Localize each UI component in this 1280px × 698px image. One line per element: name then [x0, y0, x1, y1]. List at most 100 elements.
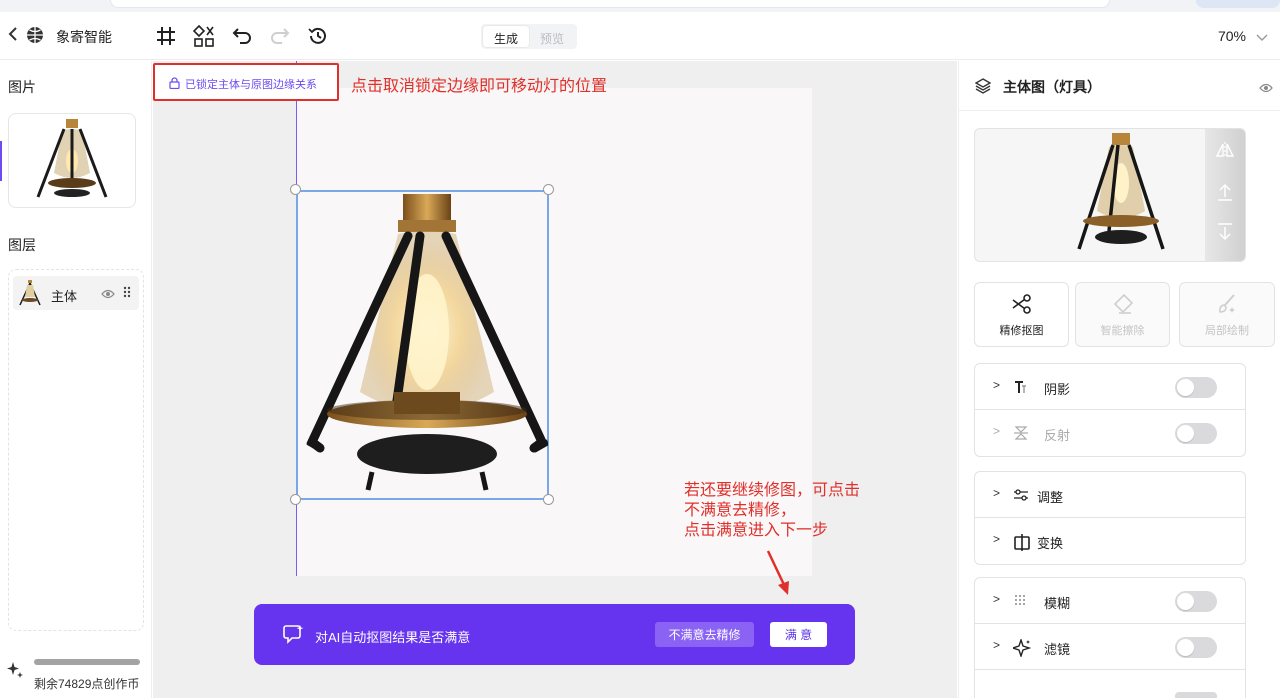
feedback-bar: 对AI自动抠图结果是否满意 不满意去精修 满 意 — [254, 604, 855, 665]
smart-erase-button[interactable]: 智能擦除 — [1075, 282, 1170, 347]
canvas-area[interactable]: 已锁定主体与原图边缘关系 点击取消锁定边缘即可移动灯的位置 若还要继续修图，可点… — [153, 61, 957, 698]
adjust-group: > 调整 > 变换 — [974, 471, 1246, 565]
active-indicator — [0, 141, 2, 181]
transform-icon — [1013, 533, 1031, 554]
left-sidebar: 图片 图层 主体 剩余74829点创作币 — [0, 61, 152, 698]
shadow-row[interactable]: > 阴影 — [975, 364, 1245, 410]
annotation-arrow-icon — [764, 549, 794, 602]
unsatisfied-refine-button[interactable]: 不满意去精修 — [655, 622, 754, 647]
reflection-toggle[interactable] — [1175, 423, 1217, 444]
layer-name: 主体 — [51, 289, 78, 304]
chevron-right-icon[interactable]: > — [993, 638, 1000, 652]
chevron-down-icon[interactable] — [1256, 30, 1268, 45]
preview-actions — [1205, 129, 1245, 261]
credits-progress — [34, 659, 140, 665]
layer-item[interactable]: 主体 — [13, 276, 139, 310]
chevron-right-icon[interactable]: > — [993, 378, 1000, 392]
undo-icon[interactable] — [230, 24, 254, 48]
right-panel: 主体图（灯具） 精修抠图 智能擦除 局部绘制 > 阴影 > 反射 > 调整 > … — [958, 61, 1280, 698]
zoom-level[interactable]: 70% — [1218, 28, 1246, 44]
panel-header: 主体图（灯具） — [959, 61, 1280, 111]
address-bar[interactable] — [110, 0, 1110, 8]
sparkle-icon — [6, 661, 26, 684]
shadow-label: 阴影 — [1044, 382, 1071, 397]
chevron-right-icon[interactable]: > — [993, 424, 1000, 438]
blur-label: 模糊 — [1044, 596, 1071, 611]
back-icon[interactable] — [8, 26, 18, 47]
flip-icon[interactable] — [1215, 141, 1235, 162]
redo-icon[interactable] — [268, 24, 292, 48]
satisfied-button[interactable]: 满 意 — [770, 622, 827, 647]
annotation-bottom: 若还要继续修图，可点击 不满意去精修， 点击满意进入下一步 — [684, 482, 861, 539]
top-toolbar: 象寄智能 生成 预览 70% — [0, 12, 1280, 60]
blur-icon — [1013, 593, 1027, 610]
reflect-icon — [1013, 425, 1029, 444]
image-thumbnail[interactable] — [8, 113, 136, 208]
adjust-row[interactable]: > 调整 — [975, 472, 1245, 518]
scissors-icon — [1011, 293, 1033, 318]
images-title: 图片 — [8, 79, 36, 95]
shadow-icon — [1013, 379, 1029, 398]
transform-icon[interactable] — [192, 24, 216, 48]
filter-toggle[interactable] — [1175, 637, 1217, 658]
eraser-icon — [1112, 293, 1134, 318]
browser-strip — [0, 0, 1280, 12]
layer-list: 主体 — [8, 269, 144, 631]
credits-remaining: 剩余74829点创作币 — [34, 677, 140, 691]
logo-icon — [26, 26, 44, 44]
resize-handle-tr[interactable] — [543, 184, 554, 195]
subject-preview — [974, 128, 1246, 262]
blur-toggle[interactable] — [1175, 591, 1217, 612]
blur-row[interactable]: > 模糊 — [975, 578, 1245, 624]
filter-group: > 模糊 > 滤镜 — [974, 577, 1246, 698]
reflection-label: 反射 — [1044, 428, 1071, 443]
chevron-right-icon[interactable]: > — [993, 592, 1000, 606]
refine-cutout-label: 精修抠图 — [999, 325, 1044, 337]
shadow-toggle[interactable] — [1175, 377, 1217, 398]
transform-row[interactable]: > 变换 — [975, 518, 1245, 564]
effects-group: > 阴影 > 反射 — [974, 363, 1246, 457]
eye-icon[interactable] — [1259, 81, 1273, 96]
lock-label: 已锁定主体与原图边缘关系 — [185, 79, 317, 91]
app-name: 象寄智能 — [56, 29, 112, 45]
history-icon[interactable] — [306, 24, 330, 48]
resize-handle-tl[interactable] — [290, 184, 301, 195]
brush-icon — [1216, 293, 1238, 318]
local-draw-button[interactable]: 局部绘制 — [1179, 282, 1275, 347]
crop-icon[interactable] — [154, 24, 178, 48]
local-draw-label: 局部绘制 — [1205, 325, 1249, 337]
filter-row[interactable]: > 滤镜 — [975, 624, 1245, 670]
filter-icon — [1010, 637, 1032, 660]
lamp-image[interactable] — [298, 192, 550, 502]
adjust-icon — [1013, 487, 1029, 506]
mode-switch: 生成 预览 — [481, 24, 578, 49]
annotation-top: 点击取消锁定边缘即可移动灯的位置 — [351, 78, 608, 95]
browser-button[interactable] — [1196, 0, 1280, 8]
resize-handle-br[interactable] — [543, 494, 554, 505]
move-down-icon[interactable] — [1217, 223, 1233, 244]
tab-generate[interactable]: 生成 — [483, 26, 530, 47]
edge-lock-toggle[interactable]: 已锁定主体与原图边缘关系 — [153, 63, 339, 101]
resize-handle-bl[interactable] — [290, 494, 301, 505]
refine-cutout-button[interactable]: 精修抠图 — [974, 282, 1069, 347]
adjust-label: 调整 — [1037, 490, 1064, 505]
feedback-question: 对AI自动抠图结果是否满意 — [315, 630, 471, 645]
preview-image — [1071, 131, 1171, 261]
layers-icon — [974, 78, 992, 97]
reflection-row[interactable]: > 反射 — [975, 410, 1245, 456]
move-up-icon[interactable] — [1217, 183, 1233, 204]
transform-label: 变换 — [1037, 536, 1064, 551]
smart-erase-label: 智能擦除 — [1100, 325, 1145, 337]
panel-title: 主体图（灯具） — [1003, 79, 1101, 95]
eye-icon[interactable] — [101, 287, 115, 302]
tab-preview[interactable]: 预览 — [529, 26, 575, 47]
feedback-icon — [283, 624, 305, 647]
filter-label: 滤镜 — [1044, 642, 1071, 657]
lock-icon — [169, 76, 180, 92]
chevron-right-icon[interactable]: > — [993, 486, 1000, 500]
layer-thumbnail — [17, 279, 43, 310]
drag-handle-icon[interactable] — [123, 286, 131, 301]
layers-title: 图层 — [8, 237, 36, 253]
chevron-right-icon[interactable]: > — [993, 532, 1000, 546]
next-toggle[interactable] — [1175, 692, 1217, 698]
